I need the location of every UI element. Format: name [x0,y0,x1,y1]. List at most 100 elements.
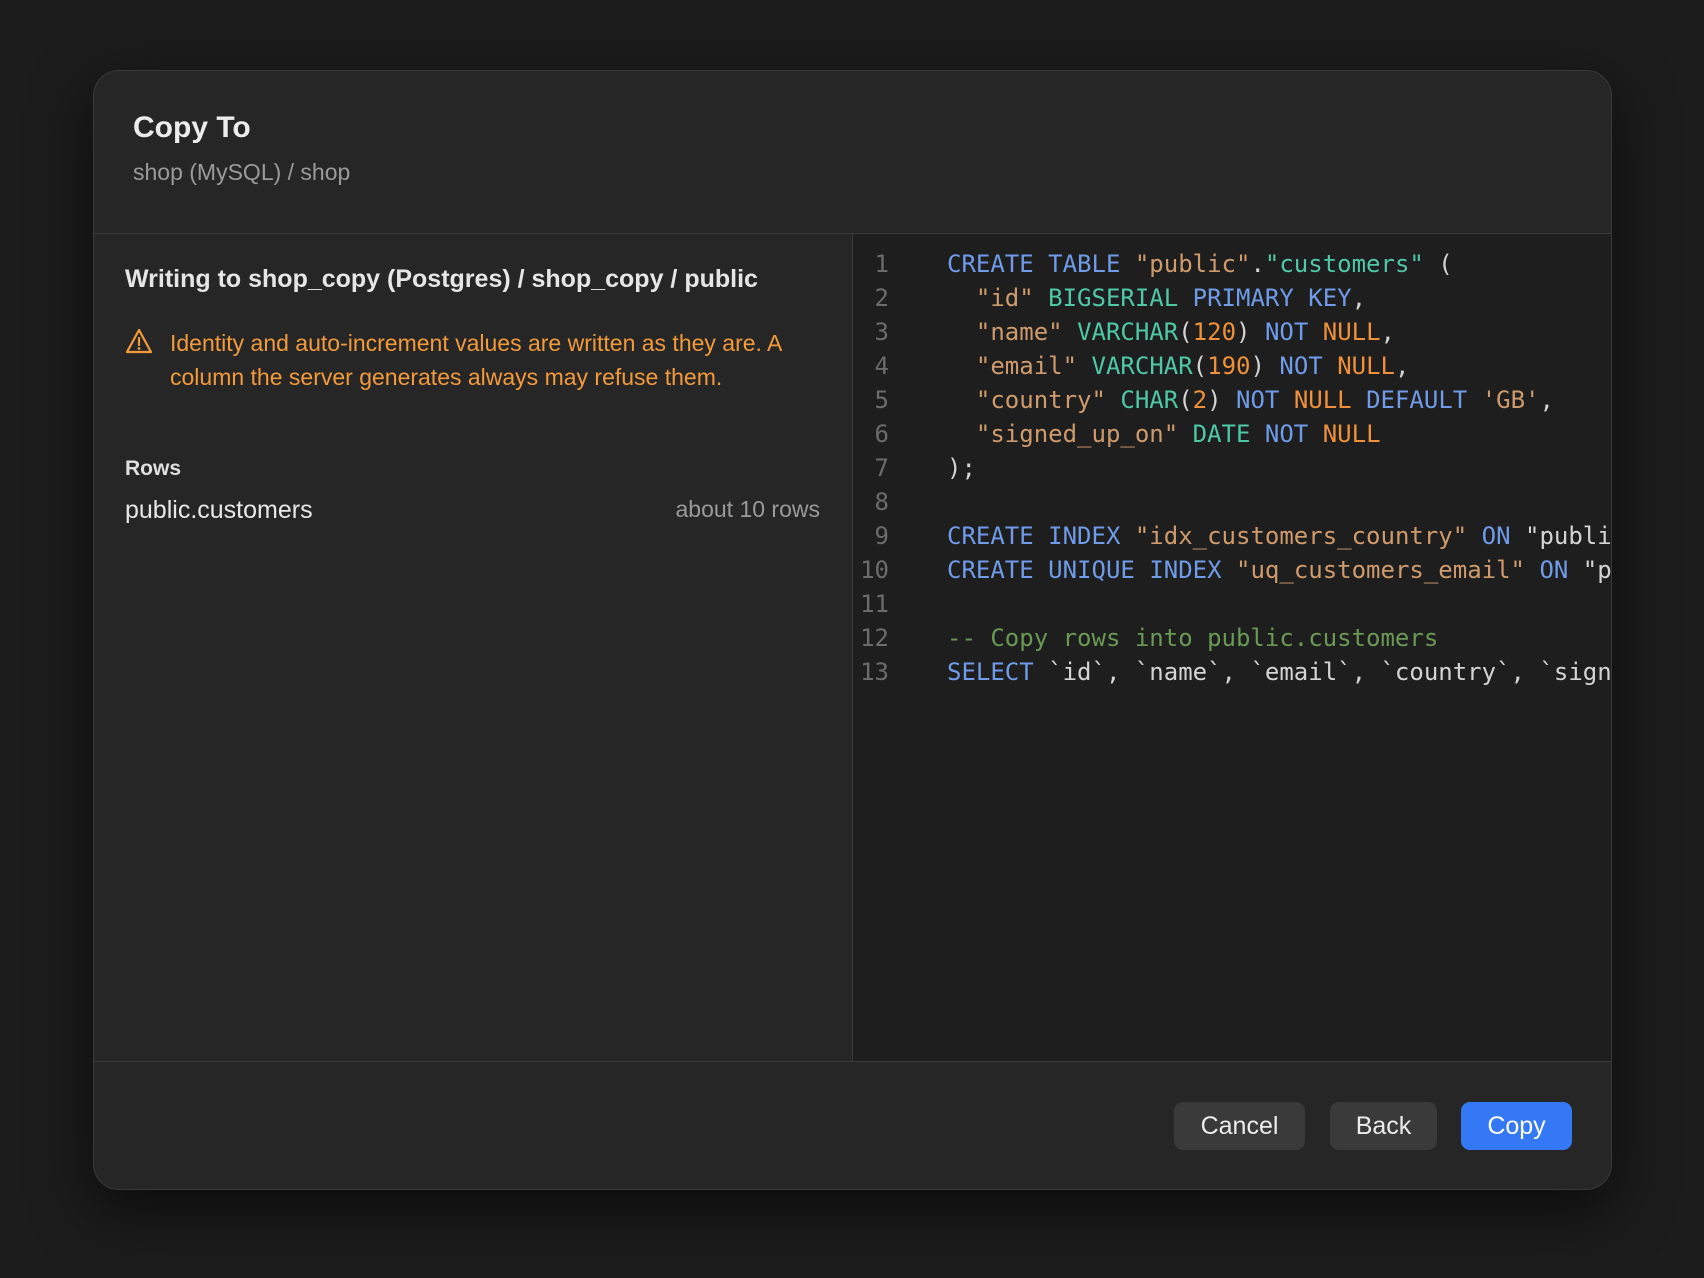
code-text: SELECT `id`, `name`, `email`, `country`,… [947,654,1611,691]
code-line: 7); [853,450,1611,487]
code-line: 3 "name" VARCHAR(120) NOT NULL, [853,314,1611,351]
code-token: ( [1192,352,1208,380]
line-number: 1 [874,250,889,278]
code-token: "public"."customers" [1582,556,1611,584]
line-number: 3 [874,318,889,346]
table-name: public.customers [125,496,313,524]
code-token: 'GB' [1481,386,1540,414]
code-token: DEFAULT [1366,386,1468,414]
code-token: UNIQUE [1048,556,1135,584]
line-number: 2 [874,284,889,312]
summary-pane: Writing to shop_copy (Postgres) / shop_c… [94,234,853,1061]
code-token: "country" [975,386,1106,414]
code-token: ( [1178,386,1193,414]
dialog-header: Copy To shop (MySQL) / shop [94,71,1611,234]
code-token: , [1380,318,1395,346]
warning-text: Identity and auto-increment values are w… [170,330,782,390]
copy-to-dialog: Copy To shop (MySQL) / shop Writing to s… [93,70,1612,1190]
code-token: NULL [1337,352,1395,380]
source-path: shop (MySQL) / shop [133,159,351,185]
cancel-button[interactable]: Cancel [1174,1102,1305,1150]
code-text: "name" VARCHAR(120) NOT NULL, [947,314,1395,351]
target-heading: Writing to shop_copy (Postgres) / shop_c… [125,265,758,293]
back-button[interactable]: Back [1330,1102,1437,1150]
code-token: NOT [1264,318,1309,346]
code-text: "signed_up_on" DATE NOT NULL [947,416,1381,453]
code-token: "customers" [1264,250,1424,278]
dialog-footer: Cancel Back Copy [94,1061,1611,1189]
code-line: 9 CREATE INDEX "idx_customers_country" ON… [853,518,1611,555]
line-number: 5 [874,386,889,414]
line-number: 13 [860,658,889,686]
code-token: ) [1250,352,1280,380]
code-token: "email" [975,352,1078,380]
code-token: INDEX [1149,556,1222,584]
code-line: 12 -- Copy rows into public.customers [853,620,1611,657]
code-token: "public" [1134,250,1251,278]
code-token: , [1539,386,1554,414]
code-token: CREATE [947,522,1034,550]
code-token: BIGSERIAL [1048,284,1179,312]
code-token: ) [1207,386,1237,414]
code-text: CREATE UNIQUE INDEX "uq_customers_email"… [947,552,1611,589]
code-token: SELECT [947,658,1034,686]
code-token: -- Copy rows into public.customers [947,624,1439,652]
code-token: ( [1178,318,1193,346]
line-number: 4 [874,352,889,380]
row-count: about 10 rows [675,496,820,522]
code-text: CREATE INDEX "idx_customers_country" ON … [947,518,1611,555]
code-token: 2 [1192,386,1208,414]
code-line: 1 CREATE TABLE "public"."customers" ( [853,246,1611,283]
code-token: NULL [1322,420,1381,448]
code-line: 13 SELECT `id`, `name`, `email`, `country… [853,654,1611,691]
sql-preview[interactable]: 1 CREATE TABLE "public"."customers" (2 "i… [853,234,1611,1061]
code-token: , [1351,284,1367,312]
line-number: 10 [860,556,889,584]
code-token: NULL [1322,318,1381,346]
code-token: ( [1423,250,1453,278]
code-token: ); [947,454,976,482]
code-text: "country" CHAR(2) NOT NULL DEFAULT 'GB', [947,382,1554,419]
code-text: CREATE TABLE "public"."customers" ( [947,246,1453,283]
copy-button[interactable]: Copy [1461,1102,1572,1150]
code-token: INDEX [1048,522,1121,550]
code-token: "idx_customers_country" [1134,522,1468,550]
code-token: DATE [1192,420,1251,448]
line-number: 11 [860,590,889,618]
code-token: NOT [1264,420,1309,448]
code-token: ) [1236,318,1265,346]
code-token: VARCHAR [1077,318,1179,346]
code-token: "name" [975,318,1063,346]
code-token: ON [1539,556,1569,584]
code-token: "public"."customers" [1525,522,1611,550]
code-token: NOT [1236,386,1280,414]
code-token: "signed_up_on" [975,420,1179,448]
code-text: ); [947,450,976,487]
code-token: `id`, `name`, `email`, `country`, `signe… [1048,658,1611,686]
line-number: 7 [874,454,889,482]
code-token: ON [1481,522,1511,550]
code-text: -- Copy rows into public.customers [947,620,1438,657]
line-number: 12 [860,624,889,652]
code-line: 2 "id" BIGSERIAL PRIMARY KEY, [853,280,1611,317]
code-token: "uq_customers_email" [1236,556,1525,584]
